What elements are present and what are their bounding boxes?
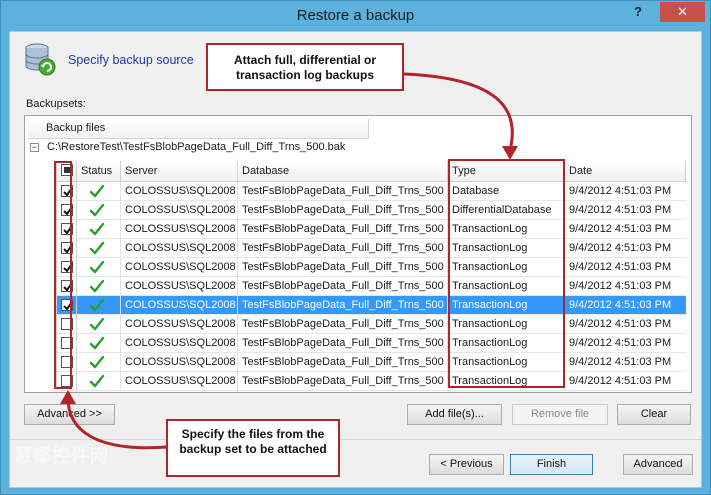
annotation-specify-files: Specify the files from the backup set to… bbox=[166, 419, 340, 477]
watermark-logo: 慧都控件网 bbox=[14, 446, 109, 466]
top-arrow-head bbox=[502, 146, 518, 160]
bottom-arrow-head bbox=[60, 390, 76, 404]
annotation-attach-backups: Attach full, differential or transaction… bbox=[206, 43, 404, 91]
top-annotation-arrow bbox=[403, 72, 514, 151]
bottom-annotation-arrow bbox=[66, 397, 168, 450]
